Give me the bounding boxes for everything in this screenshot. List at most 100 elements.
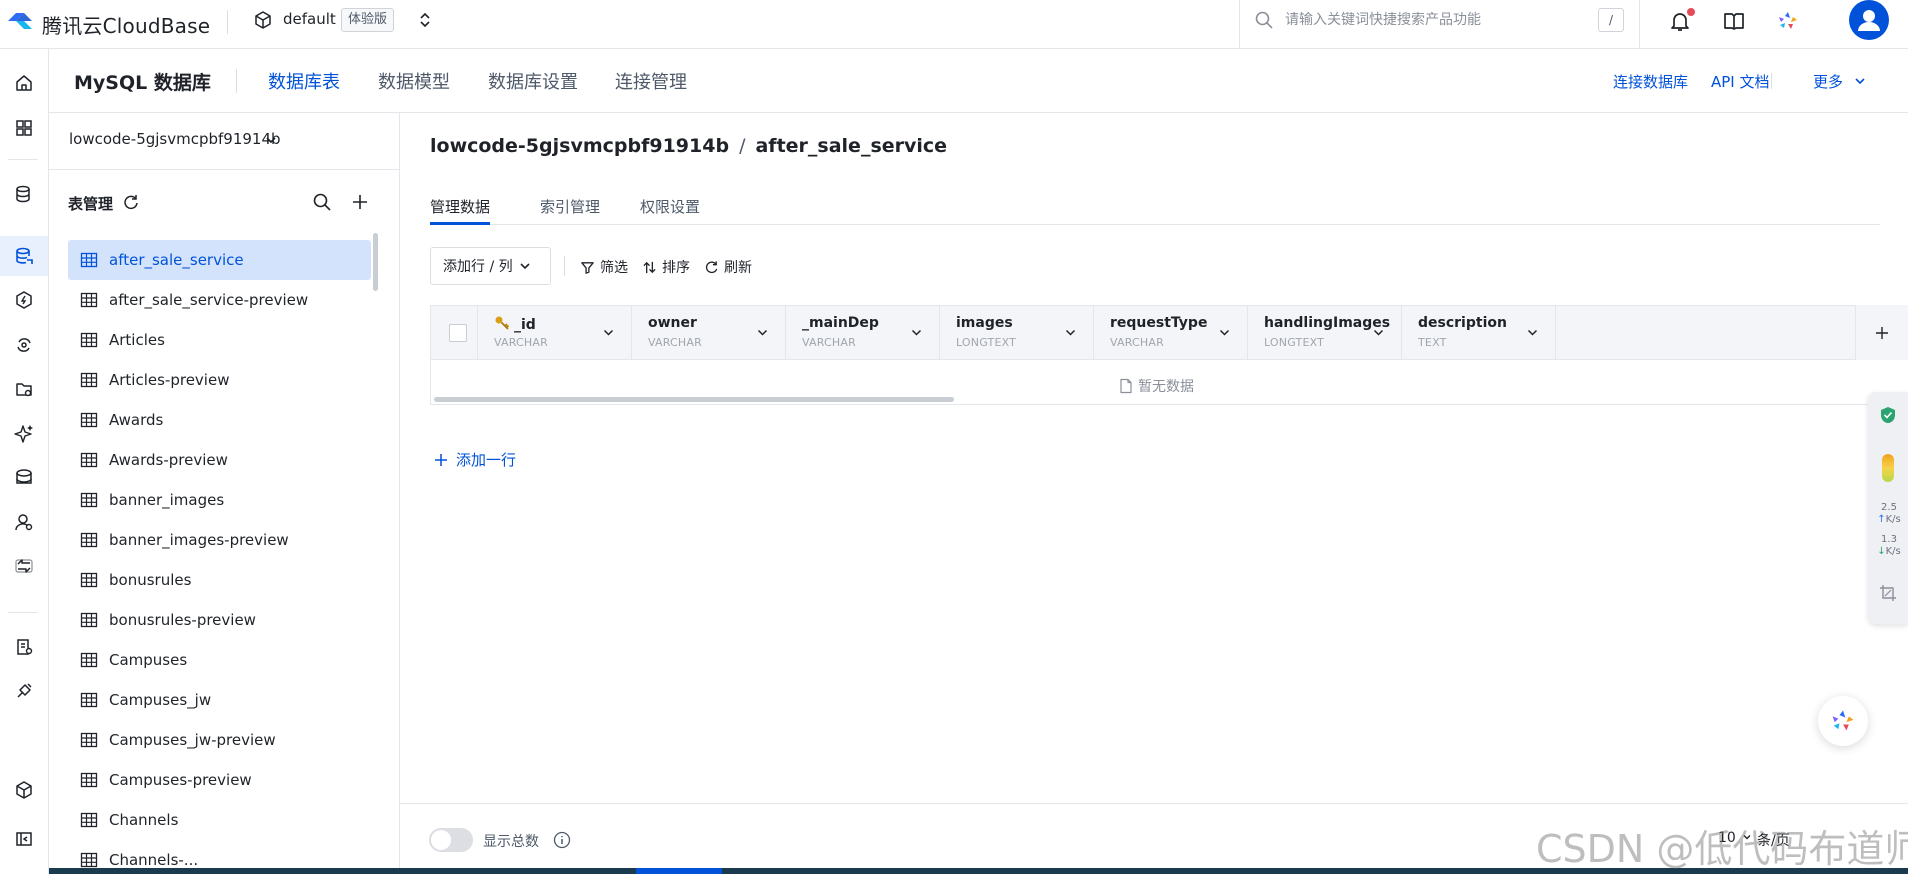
chevron-down-icon[interactable]	[602, 326, 615, 339]
subtabs: 管理数据 索引管理 权限设置	[430, 183, 1880, 225]
table-list-item[interactable]: after_sale_service-preview	[68, 280, 371, 320]
column-header[interactable]: _id VARCHAR	[477, 306, 631, 360]
breadcrumb-separator: /	[739, 135, 746, 157]
cube-icon[interactable]	[0, 770, 48, 810]
column-type: LONGTEXT	[1264, 336, 1325, 349]
search-icon[interactable]	[312, 192, 332, 212]
brand-name[interactable]: 腾讯云CloudBase	[42, 10, 210, 39]
column-header[interactable]: description TEXT	[1401, 306, 1555, 360]
table-icon	[80, 652, 98, 668]
database-icon[interactable]	[0, 174, 48, 214]
table-list-item[interactable]: banner_images	[68, 480, 371, 520]
cloud-function-icon[interactable]	[0, 280, 48, 320]
breadcrumb-table: after_sale_service	[755, 135, 948, 157]
extension-icon[interactable]	[0, 671, 48, 711]
cloud-hosting-icon[interactable]	[0, 457, 48, 497]
show-total-label: 显示总数	[483, 834, 539, 850]
divider	[236, 69, 237, 93]
column-type: VARCHAR	[494, 336, 548, 349]
connect-database-link[interactable]: 连接数据库	[1613, 71, 1688, 92]
ai-assistant-icon[interactable]	[1776, 9, 1800, 33]
upload-speed: 2.5 ↑K/s	[1877, 502, 1901, 525]
chevron-down-icon[interactable]	[1064, 326, 1077, 339]
home-icon[interactable]	[0, 63, 48, 103]
table-list-item[interactable]: Awards-preview	[68, 440, 371, 480]
table-list-item[interactable]: Campuses-preview	[68, 760, 371, 800]
tab-database-tables[interactable]: 数据库表	[268, 68, 340, 94]
table-list-item[interactable]: Campuses_jw	[68, 680, 371, 720]
add-column-button[interactable]	[1855, 305, 1908, 360]
column-header[interactable]: _mainDep VARCHAR	[785, 306, 939, 360]
storage-icon[interactable]	[0, 369, 48, 409]
table-list-item[interactable]: Campuses_jw-preview	[68, 720, 371, 760]
add-table-icon[interactable]	[350, 192, 370, 212]
breadcrumb-database[interactable]: lowcode-5gjsvmcpbf91914b	[430, 135, 729, 157]
exchange-icon[interactable]	[0, 546, 48, 586]
more-menu[interactable]: 更多	[1813, 71, 1866, 92]
cube-env-icon[interactable]	[253, 10, 273, 30]
chevron-down-icon[interactable]	[1526, 326, 1539, 339]
logs-icon[interactable]	[0, 627, 48, 667]
show-total-toggle[interactable]	[429, 828, 473, 852]
env-switch-icon[interactable]	[418, 10, 432, 30]
info-icon[interactable]	[553, 831, 571, 849]
env-name[interactable]: default	[283, 10, 336, 28]
add-row-button[interactable]: 添加一行	[434, 449, 516, 470]
chevron-down-icon[interactable]	[264, 133, 278, 147]
tab-index-management[interactable]: 索引管理	[540, 196, 600, 217]
cloudbase-logo-icon[interactable]	[6, 10, 34, 32]
chevron-down-icon[interactable]	[910, 326, 923, 339]
table-list-item[interactable]: Awards	[68, 400, 371, 440]
api-docs-link[interactable]: API 文档	[1711, 71, 1770, 92]
table-list-item-label: after_sale_service-preview	[109, 291, 309, 309]
column-header[interactable]: images LONGTEXT	[939, 306, 1093, 360]
column-name: _mainDep	[802, 315, 879, 331]
tab-data-model[interactable]: 数据模型	[378, 68, 450, 94]
tab-permission-settings[interactable]: 权限设置	[640, 196, 700, 217]
table-list-item[interactable]: Articles-preview	[68, 360, 371, 400]
table-list-item[interactable]: bonusrules	[68, 560, 371, 600]
column-header[interactable]: handlingImages LONGTEXT	[1247, 306, 1401, 360]
network-monitor-widget[interactable]: 2.5 ↑K/s 1.3 ↓K/s	[1868, 392, 1908, 624]
book-icon[interactable]	[1722, 9, 1746, 33]
table-list-item[interactable]: Channels	[68, 800, 371, 840]
tab-connection-management[interactable]: 连接管理	[615, 68, 687, 94]
database-selector[interactable]: lowcode-5gjsvmcpbf91914b	[69, 130, 281, 148]
chevron-down-icon[interactable]	[1218, 326, 1231, 339]
user-auth-icon[interactable]	[0, 502, 48, 542]
filter-button[interactable]: 筛选	[580, 257, 628, 277]
search-input[interactable]	[1285, 8, 1575, 32]
sort-label: 排序	[662, 260, 690, 276]
user-avatar-icon[interactable]	[1849, 0, 1889, 40]
chevron-down-icon[interactable]	[756, 326, 769, 339]
mysql-database-icon[interactable]	[0, 236, 48, 276]
collapse-sidebar-icon[interactable]	[0, 819, 48, 859]
horizontal-scrollbar[interactable]	[434, 397, 954, 402]
column-name: _id	[494, 315, 536, 333]
refresh-button[interactable]: 刷新	[704, 257, 752, 277]
notification-dot	[1687, 8, 1695, 16]
table-list-item[interactable]: banner_images-preview	[68, 520, 371, 560]
top-navigation-bar: 腾讯云CloudBase default 体验版 /	[0, 0, 1908, 49]
column-header[interactable]: owner VARCHAR	[631, 306, 785, 360]
sort-button[interactable]: 排序	[642, 257, 690, 277]
module-title: MySQL 数据库	[74, 72, 211, 94]
scrollbar[interactable]	[373, 233, 378, 291]
select-all-checkbox[interactable]	[449, 324, 467, 342]
integration-icon[interactable]	[0, 325, 48, 365]
file-icon	[1120, 378, 1132, 394]
chevron-down-icon[interactable]	[1372, 326, 1385, 339]
column-header[interactable]: requestType VARCHAR	[1093, 306, 1247, 360]
ai-sparkle-icon[interactable]	[0, 413, 48, 453]
table-list-item[interactable]: Campuses	[68, 640, 371, 680]
tab-database-settings[interactable]: 数据库设置	[488, 68, 578, 94]
refresh-icon[interactable]	[122, 193, 140, 211]
table-icon	[80, 572, 98, 588]
ai-assistant-button[interactable]	[1818, 696, 1868, 746]
table-list-item[interactable]: bonusrules-preview	[68, 600, 371, 640]
add-row-column-button[interactable]: 添加行 / 列	[430, 247, 551, 285]
table-list-item[interactable]: Articles	[68, 320, 371, 360]
tab-manage-data[interactable]: 管理数据	[430, 196, 490, 217]
apps-grid-icon[interactable]	[0, 108, 48, 148]
table-list-item[interactable]: after_sale_service	[68, 240, 371, 280]
